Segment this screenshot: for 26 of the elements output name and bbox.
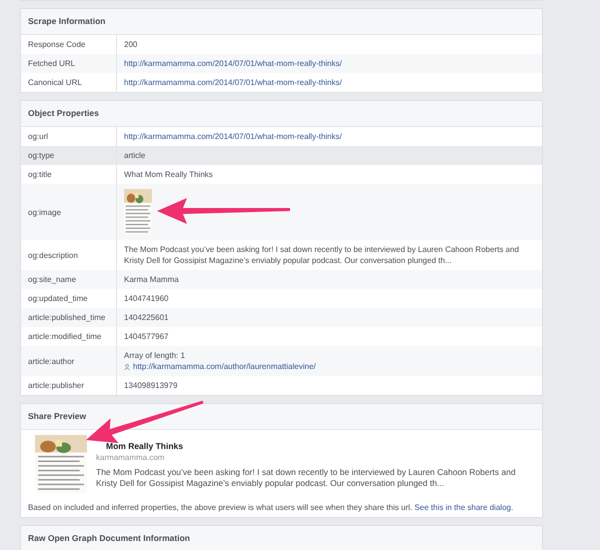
property-value: 1404577967: [124, 331, 170, 342]
property-value: article: [124, 150, 146, 161]
section-heading: Share Preview: [21, 404, 542, 430]
url-link[interactable]: http://karmamamma.com/2014/07/01/what-mom-really-thinks/: [124, 58, 535, 69]
url-link[interactable]: http://karmamamma.com/author/laurenmattialevine/: [133, 361, 316, 372]
property-value: Karma Mamma: [124, 274, 180, 285]
property-value: 134098913979: [124, 380, 178, 391]
preview-domain: karmamamma.com: [96, 453, 166, 462]
property-value: 1404741960: [124, 293, 170, 304]
property-value: 1404225601: [124, 312, 170, 323]
section-heading: Object Properties: [21, 101, 542, 127]
share-dialog-link[interactable]: See this in the share dialog.: [414, 503, 514, 512]
property-value: What Mom Really Thinks: [124, 169, 214, 180]
person-icon: [124, 364, 130, 370]
property-label: Canonical URL: [21, 73, 117, 92]
property-value: The Mom Podcast you’ve been asking for! I sat down recently to be interviewed by Lauren Cahoon Roberts and Kristy Dell for Gossipist Magazine’s enviably popular podcast. Our conversation plunged th...: [124, 244, 520, 266]
property-value: 200: [124, 39, 138, 50]
url-link[interactable]: http://karmamamma.com/2014/07/01/what-mom-really-thinks/: [124, 131, 535, 142]
property-label: article:publisher: [21, 376, 117, 395]
section-heading: Raw Open Graph Document Information: [21, 526, 542, 550]
preview-description: The Mom Podcast you’ve been asking for! I sat down recently to be interviewed by Lauren Cahoon Roberts and Kristy Dell for Gossipist Magazine’s enviably popular podcast. Our conversation plunged th...: [96, 467, 517, 489]
preview-note: Based on included and inferred properties, the above preview is what users will see when they share this url. See this in the share dialog.: [27, 502, 514, 514]
property-value: Array of length: 1: [124, 350, 186, 361]
url-link[interactable]: http://karmamamma.com/2014/07/01/what-mom-really-thinks/: [124, 77, 535, 88]
preview-title: Mom Really Thinks: [105, 441, 184, 451]
section-heading: Scrape Information: [21, 9, 542, 35]
